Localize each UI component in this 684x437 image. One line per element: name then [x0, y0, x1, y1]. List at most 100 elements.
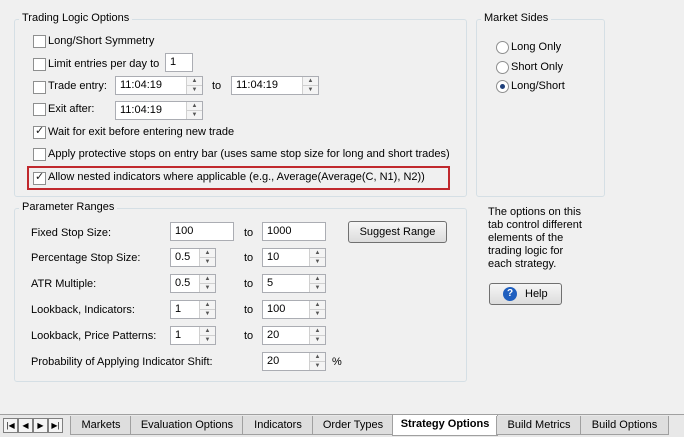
- limit-entries-input[interactable]: 1: [165, 53, 193, 72]
- spin-down-icon[interactable]: ▼: [200, 258, 215, 266]
- spin-up-icon[interactable]: ▲: [187, 102, 202, 111]
- fixed-stop-from-input[interactable]: 100: [170, 222, 234, 241]
- lookback-patterns-from-value: 1: [175, 329, 182, 341]
- fixed-stop-label: Fixed Stop Size:: [31, 227, 112, 239]
- indicator-shift-spinner[interactable]: 20 ▲ ▼: [262, 352, 326, 371]
- spin-down-icon[interactable]: ▼: [310, 258, 325, 266]
- long-only-radio[interactable]: [496, 41, 509, 54]
- lookback-indicators-to-value: 100: [267, 303, 286, 315]
- long-short-symmetry-label[interactable]: Long/Short Symmetry: [48, 35, 154, 47]
- tab-bar: |◀ ◀ ▶ ▶| Markets Evaluation Options Ind…: [0, 414, 684, 437]
- tab-build-options[interactable]: Build Options: [580, 416, 669, 435]
- first-tab-icon[interactable]: |◀: [3, 418, 18, 433]
- parameter-ranges-title: Parameter Ranges: [19, 201, 118, 213]
- short-only-radio[interactable]: [496, 61, 509, 74]
- percentage-stop-from[interactable]: 0.5 ▲ ▼: [170, 248, 216, 267]
- atr-multiple-to[interactable]: 5 ▲ ▼: [262, 274, 326, 293]
- lookback-patterns-label: Lookback, Price Patterns:: [31, 330, 157, 342]
- spin-up-icon[interactable]: ▲: [310, 327, 325, 336]
- trade-entry-checkbox[interactable]: [33, 81, 46, 94]
- help-button[interactable]: ? Help: [489, 283, 562, 305]
- spin-up-icon[interactable]: ▲: [310, 301, 325, 310]
- spin-up-icon[interactable]: ▲: [187, 77, 202, 86]
- trade-entry-to-value: 11:04:19: [236, 79, 279, 91]
- percentage-stop-to-spinner[interactable]: ▲ ▼: [309, 249, 325, 266]
- spin-up-icon[interactable]: ▲: [200, 249, 215, 258]
- spin-down-icon[interactable]: ▼: [310, 336, 325, 344]
- spin-down-icon[interactable]: ▼: [310, 310, 325, 318]
- next-tab-icon[interactable]: ▶: [33, 418, 48, 433]
- wait-for-exit-label[interactable]: Wait for exit before entering new trade: [48, 126, 234, 138]
- atr-multiple-to-spinner[interactable]: ▲ ▼: [309, 275, 325, 292]
- indicator-shift-label: Probability of Applying Indicator Shift:: [31, 356, 213, 368]
- long-short-symmetry-checkbox[interactable]: [33, 35, 46, 48]
- trade-entry-to-label: to: [212, 80, 222, 92]
- indicator-shift-spin-buttons[interactable]: ▲ ▼: [309, 353, 325, 370]
- atr-multiple-from-spinner[interactable]: ▲ ▼: [199, 275, 215, 292]
- market-sides-title: Market Sides: [481, 12, 552, 24]
- exit-after-time[interactable]: 11:04:19 ▲ ▼: [115, 101, 203, 120]
- atr-multiple-from[interactable]: 0.5 ▲ ▼: [170, 274, 216, 293]
- spin-up-icon[interactable]: ▲: [310, 275, 325, 284]
- nested-indicators-checkbox[interactable]: [33, 170, 46, 185]
- exit-after-checkbox[interactable]: [33, 103, 46, 116]
- wait-for-exit-checkbox[interactable]: [33, 124, 46, 139]
- percentage-stop-from-value: 0.5: [175, 251, 191, 263]
- spin-up-icon[interactable]: ▲: [310, 249, 325, 258]
- lookback-indicators-to-label: to: [244, 304, 254, 316]
- spin-up-icon[interactable]: ▲: [200, 301, 215, 310]
- short-only-label[interactable]: Short Only: [511, 61, 563, 73]
- trade-entry-to-spinner[interactable]: ▲ ▼: [302, 77, 318, 94]
- lookback-indicators-from-spinner[interactable]: ▲ ▼: [199, 301, 215, 318]
- atr-multiple-to-value: 5: [267, 277, 274, 289]
- spin-down-icon[interactable]: ▼: [200, 310, 215, 318]
- protective-stops-checkbox[interactable]: [33, 148, 46, 161]
- tab-markets[interactable]: Markets: [70, 416, 132, 435]
- tab-evaluation-options[interactable]: Evaluation Options: [130, 416, 244, 435]
- lookback-patterns-to[interactable]: 20 ▲ ▼: [262, 326, 326, 345]
- spin-down-icon[interactable]: ▼: [200, 284, 215, 292]
- limit-entries-label[interactable]: Limit entries per day to: [48, 58, 159, 70]
- long-only-label[interactable]: Long Only: [511, 41, 561, 53]
- spin-down-icon[interactable]: ▼: [310, 284, 325, 292]
- percentage-stop-from-spinner[interactable]: ▲ ▼: [199, 249, 215, 266]
- lookback-indicators-to-spinner[interactable]: ▲ ▼: [309, 301, 325, 318]
- tab-strategy-options[interactable]: Strategy Options: [392, 415, 498, 436]
- trade-entry-from-value: 11:04:19: [120, 79, 163, 91]
- tab-order-types[interactable]: Order Types: [312, 416, 394, 435]
- spin-up-icon[interactable]: ▲: [303, 77, 318, 86]
- tab-build-metrics[interactable]: Build Metrics: [496, 416, 582, 435]
- lookback-indicators-from[interactable]: 1 ▲ ▼: [170, 300, 216, 319]
- percentage-stop-to[interactable]: 10 ▲ ▼: [262, 248, 326, 267]
- limit-entries-checkbox[interactable]: [33, 58, 46, 71]
- trade-entry-to-time[interactable]: 11:04:19 ▲ ▼: [231, 76, 319, 95]
- exit-after-spinner[interactable]: ▲ ▼: [186, 102, 202, 119]
- protective-stops-label[interactable]: Apply protective stops on entry bar (use…: [48, 148, 450, 160]
- exit-after-label[interactable]: Exit after:: [48, 103, 94, 115]
- spin-down-icon[interactable]: ▼: [187, 111, 202, 119]
- long-short-radio[interactable]: [496, 80, 509, 93]
- spin-up-icon[interactable]: ▲: [310, 353, 325, 362]
- fixed-stop-to-input[interactable]: 1000: [262, 222, 326, 241]
- trade-entry-from-time[interactable]: 11:04:19 ▲ ▼: [115, 76, 203, 95]
- lookback-indicators-to[interactable]: 100 ▲ ▼: [262, 300, 326, 319]
- spin-up-icon[interactable]: ▲: [200, 275, 215, 284]
- spin-down-icon[interactable]: ▼: [187, 86, 202, 94]
- long-short-label[interactable]: Long/Short: [511, 80, 565, 92]
- lookback-patterns-to-label: to: [244, 330, 254, 342]
- spin-down-icon[interactable]: ▼: [303, 86, 318, 94]
- lookback-patterns-from[interactable]: 1 ▲ ▼: [170, 326, 216, 345]
- last-tab-icon[interactable]: ▶|: [48, 418, 63, 433]
- prev-tab-icon[interactable]: ◀: [18, 418, 33, 433]
- suggest-range-button[interactable]: Suggest Range: [348, 221, 447, 243]
- spin-down-icon[interactable]: ▼: [200, 336, 215, 344]
- spin-down-icon[interactable]: ▼: [310, 362, 325, 370]
- lookback-patterns-to-spinner[interactable]: ▲ ▼: [309, 327, 325, 344]
- lookback-patterns-from-spinner[interactable]: ▲ ▼: [199, 327, 215, 344]
- spin-up-icon[interactable]: ▲: [200, 327, 215, 336]
- nested-indicators-label[interactable]: Allow nested indicators where applicable…: [48, 171, 425, 183]
- trade-entry-label[interactable]: Trade entry:: [48, 80, 107, 92]
- tab-indicators[interactable]: Indicators: [242, 416, 314, 435]
- trade-entry-from-spinner[interactable]: ▲ ▼: [186, 77, 202, 94]
- atr-multiple-from-value: 0.5: [175, 277, 191, 289]
